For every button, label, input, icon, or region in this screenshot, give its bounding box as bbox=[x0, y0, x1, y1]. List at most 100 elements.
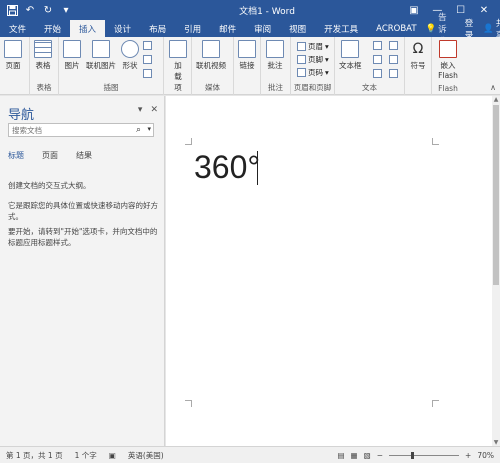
collapse-ribbon-icon[interactable]: ∧ bbox=[490, 83, 496, 92]
tab-review[interactable]: 审阅 bbox=[245, 20, 280, 37]
close-button[interactable]: ✕ bbox=[474, 5, 494, 16]
print-layout-icon[interactable]: ▦ bbox=[351, 451, 358, 460]
date-time-button[interactable] bbox=[389, 55, 398, 64]
link-button[interactable]: 链接 bbox=[238, 40, 256, 71]
group-pages: 页面 bbox=[0, 37, 30, 95]
tab-developer[interactable]: 开发工具 bbox=[315, 20, 367, 37]
language-status[interactable]: 英语(美国) bbox=[122, 450, 170, 461]
nav-tab-headings[interactable]: 标题 bbox=[8, 150, 24, 161]
object-button[interactable] bbox=[389, 69, 398, 78]
document-text[interactable]: 360° bbox=[194, 149, 260, 186]
proofing-icon[interactable]: ▣ bbox=[103, 451, 122, 460]
zoom-in-icon[interactable]: + bbox=[465, 451, 471, 460]
quick-parts-button[interactable] bbox=[373, 41, 382, 50]
tab-design[interactable]: 设计 bbox=[105, 20, 140, 37]
group-comments: 批注 批注 bbox=[261, 37, 291, 95]
word-count[interactable]: 1 个字 bbox=[69, 450, 103, 461]
drop-cap-button[interactable] bbox=[373, 69, 382, 78]
pages-icon bbox=[4, 40, 22, 58]
smartart-button[interactable] bbox=[143, 41, 152, 50]
tab-layout[interactable]: 布局 bbox=[140, 20, 175, 37]
scroll-thumb[interactable] bbox=[493, 105, 499, 285]
zoom-out-icon[interactable]: − bbox=[377, 451, 383, 460]
page-number-button[interactable]: 页码 ▾ bbox=[297, 67, 329, 78]
group-text: 文本框 文本 bbox=[335, 37, 405, 95]
zoom-slider-thumb[interactable] bbox=[411, 451, 415, 459]
status-bar: 第 1 页，共 1 页 1 个字 ▣ 英语(美国) ▤ ▦ ▧ − + 70% bbox=[0, 446, 500, 463]
web-layout-icon[interactable]: ▧ bbox=[364, 451, 371, 460]
chart-button[interactable] bbox=[143, 55, 152, 64]
page-count[interactable]: 第 1 页，共 1 页 bbox=[0, 450, 69, 461]
pages-button[interactable]: 页面 bbox=[4, 40, 22, 71]
document-page[interactable]: 360° bbox=[166, 96, 492, 446]
tab-mailings[interactable]: 邮件 bbox=[210, 20, 245, 37]
quick-access-toolbar: ↶ ↻ ▾ bbox=[0, 4, 130, 16]
nav-help-text-1: 创建文档的交互式大纲。 bbox=[8, 181, 91, 190]
nav-help-text-2: 它是跟踪您的具体位置或快速移动内容的好方式。 bbox=[8, 201, 158, 221]
undo-icon[interactable]: ↶ bbox=[24, 4, 36, 16]
footer-button[interactable]: 页脚 ▾ bbox=[297, 54, 329, 65]
margin-mark bbox=[185, 138, 192, 145]
scroll-up-icon[interactable]: ▲ bbox=[492, 96, 500, 103]
online-picture-icon bbox=[92, 40, 110, 58]
table-button[interactable]: 表格 bbox=[34, 40, 52, 71]
save-icon[interactable] bbox=[6, 4, 18, 16]
group-label-text: 文本 bbox=[362, 83, 377, 92]
zoom-level[interactable]: 70% bbox=[477, 451, 494, 460]
nav-tab-pages[interactable]: 页面 bbox=[42, 150, 58, 161]
wordart-button[interactable] bbox=[373, 55, 382, 64]
signature-line-icon bbox=[389, 41, 398, 50]
person-icon: 👤 bbox=[483, 23, 494, 34]
tab-home[interactable]: 开始 bbox=[35, 20, 70, 37]
flash-icon bbox=[439, 40, 457, 58]
group-addins: 加载项 bbox=[164, 37, 192, 95]
wordart-icon bbox=[373, 55, 382, 64]
nav-search-input[interactable] bbox=[12, 125, 130, 135]
nav-options-icon[interactable]: ▾ bbox=[138, 105, 143, 115]
tab-view[interactable]: 视图 bbox=[280, 20, 315, 37]
tab-acrobat[interactable]: ACROBAT bbox=[367, 20, 425, 37]
ribbon: 页面 表格 表格 图片 联机图片 形状 插图 加载项 联机视频 媒体 链接 批注… bbox=[0, 37, 500, 95]
customize-icon[interactable]: ▾ bbox=[60, 4, 72, 16]
symbol-button[interactable]: Ω 符号 bbox=[409, 40, 427, 71]
addins-button[interactable]: 加载项 bbox=[169, 40, 187, 93]
ribbon-display-options-icon[interactable]: ▣ bbox=[404, 5, 424, 16]
picture-button[interactable]: 图片 bbox=[63, 40, 81, 71]
online-video-icon bbox=[202, 40, 220, 58]
group-label-media: 媒体 bbox=[205, 83, 220, 92]
document-area: 360° ▲ ▼ bbox=[166, 96, 500, 446]
search-dropdown-icon[interactable]: ▾ bbox=[147, 125, 151, 133]
nav-close-icon[interactable]: ✕ bbox=[150, 105, 158, 115]
group-label-header-footer: 页眉和页脚 bbox=[293, 83, 332, 92]
addins-icon bbox=[169, 40, 187, 58]
zoom-slider[interactable] bbox=[389, 451, 460, 459]
signature-line-button[interactable] bbox=[389, 41, 398, 50]
margin-mark bbox=[432, 138, 439, 145]
comment-icon bbox=[266, 40, 284, 58]
online-picture-button[interactable]: 联机图片 bbox=[86, 40, 116, 71]
redo-icon[interactable]: ↻ bbox=[42, 4, 54, 16]
shapes-button[interactable]: 形状 bbox=[121, 40, 139, 71]
screenshot-button[interactable] bbox=[143, 69, 152, 78]
vertical-scrollbar[interactable]: ▲ ▼ bbox=[492, 96, 500, 446]
tab-references[interactable]: 引用 bbox=[175, 20, 210, 37]
scroll-down-icon[interactable]: ▼ bbox=[492, 439, 500, 446]
read-mode-icon[interactable]: ▤ bbox=[337, 451, 344, 460]
table-icon bbox=[34, 40, 52, 58]
search-icon[interactable]: ⌕ bbox=[136, 125, 141, 135]
nav-tab-results[interactable]: 结果 bbox=[76, 150, 92, 161]
object-icon bbox=[389, 69, 398, 78]
textbox-button[interactable]: 文本框 bbox=[339, 40, 362, 71]
chart-icon bbox=[143, 55, 152, 64]
tab-file[interactable]: 文件 bbox=[0, 20, 35, 37]
tab-insert[interactable]: 插入 bbox=[70, 20, 106, 37]
footer-icon bbox=[297, 55, 306, 64]
online-video-button[interactable]: 联机视频 bbox=[196, 40, 226, 71]
comment-button[interactable]: 批注 bbox=[266, 40, 284, 71]
header-button[interactable]: 页眉 ▾ bbox=[297, 41, 329, 52]
nav-title: 导航 bbox=[8, 108, 35, 123]
text-cursor bbox=[257, 151, 258, 185]
embed-flash-button[interactable]: 嵌入 Flash bbox=[436, 40, 460, 80]
page-number-icon bbox=[297, 68, 306, 77]
group-label-flash: Flash bbox=[438, 84, 458, 93]
